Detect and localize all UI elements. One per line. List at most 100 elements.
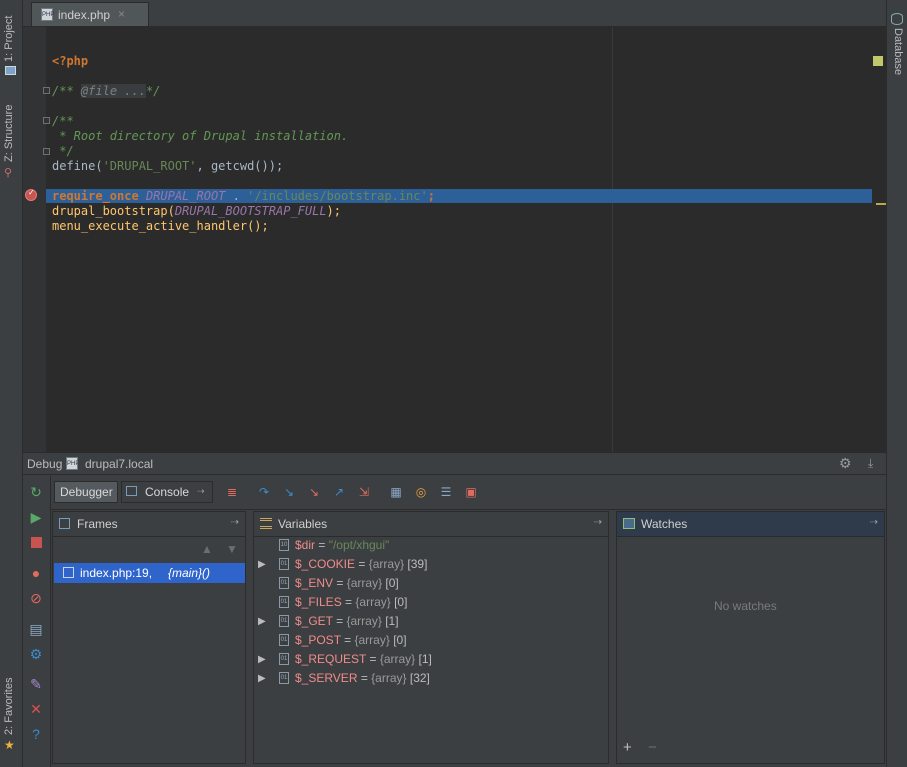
close-icon[interactable]: × — [118, 7, 125, 21]
mute-breakpoints-icon[interactable]: ⊘ — [28, 590, 44, 606]
rerun-icon[interactable]: ↻ — [28, 484, 44, 500]
watches-icon — [623, 518, 635, 529]
error-stripe-mark[interactable] — [876, 203, 886, 205]
frames-title: Frames — [77, 517, 118, 531]
favorites-tool-tab[interactable]: 2: Favorites — [3, 678, 15, 735]
array-icon: 01 — [279, 672, 289, 684]
variable-name: $dir — [295, 538, 316, 552]
tab-console[interactable]: Console ⇢ — [121, 481, 213, 503]
step-over-icon[interactable]: ↷ — [256, 485, 272, 499]
inspection-status-icon[interactable] — [873, 56, 883, 66]
watches-header: Watches ⇢ — [617, 512, 884, 537]
run-to-cursor-icon[interactable]: ⇲ — [356, 485, 372, 499]
settings-icon[interactable]: ⚙ — [28, 646, 44, 662]
variable-value: [32] — [406, 671, 430, 685]
folder-icon — [5, 66, 16, 75]
debug-side-toolbar: ↻ ▶ ● ⊘ ▤ ⚙ ✎ ✕ ? — [23, 476, 51, 767]
pin-icon[interactable]: ⇢ — [594, 517, 602, 528]
help-icon[interactable]: ? — [28, 726, 44, 742]
debug-session-label[interactable]: drupal7.local — [85, 457, 153, 471]
right-margin-guide — [612, 27, 613, 452]
tab-index-php[interactable]: PHP index.php × — [31, 2, 149, 26]
view-breakpoints-icon[interactable]: ● — [28, 565, 44, 581]
variables-title: Variables — [278, 517, 328, 531]
variable-value: [1] — [415, 652, 432, 666]
expand-arrow-icon[interactable]: ▶ — [258, 612, 266, 631]
code-editor[interactable]: <?php /** @file ...*/ /** * Root directo… — [23, 27, 886, 452]
step-into-icon[interactable]: ↘ — [281, 485, 297, 499]
frame-up-icon[interactable]: ▲ — [201, 542, 213, 556]
restore-layout-icon[interactable]: ▣ — [463, 485, 479, 499]
step-out-icon[interactable]: ↗ — [331, 485, 347, 499]
tab-label: index.php — [58, 8, 111, 22]
fold-expand-icon[interactable] — [43, 87, 50, 94]
database-icon — [891, 13, 903, 25]
variable-value: [0] — [390, 595, 408, 609]
variable-name: $_POST — [295, 633, 341, 647]
code-line-menu: menu_execute_active_handler(); — [52, 219, 269, 233]
variable-type: {array} — [355, 595, 391, 609]
variable-value: "/opt/xhgui" — [328, 538, 390, 552]
tab-debugger[interactable]: Debugger — [54, 481, 118, 503]
variable-text: $_ENV = {array} [0] — [295, 576, 399, 590]
php-session-icon: PHP — [66, 457, 79, 470]
variable-value: [39] — [404, 557, 428, 571]
expand-arrow-icon[interactable]: ▶ — [258, 669, 266, 688]
variable-name: $_REQUEST — [295, 652, 367, 666]
pin-icon[interactable]: ⇢ — [231, 517, 239, 528]
variable-type: {array} — [346, 576, 383, 590]
expand-arrow-icon[interactable]: ▶ — [258, 555, 266, 574]
close-debug-icon[interactable]: ✕ — [28, 701, 44, 717]
force-step-into-icon[interactable]: ↘ — [306, 485, 322, 499]
tab-debugger-label: Debugger — [60, 485, 113, 499]
watch-icon[interactable]: ◎ — [413, 485, 429, 499]
frames-icon — [59, 518, 70, 529]
show-execution-point-icon[interactable]: ≣ — [224, 485, 240, 499]
expand-arrow-icon[interactable]: ▶ — [258, 650, 266, 669]
code-line-bootstrap: drupal_bootstrap(DRUPAL_BOOTSTRAP_FULL); — [52, 204, 341, 218]
variable-text: $dir = "/opt/xhgui" — [295, 538, 390, 552]
fold-collapse-end-icon[interactable] — [43, 148, 50, 155]
variables-icon — [260, 518, 272, 529]
frames-list-icon[interactable]: ☰ — [438, 485, 454, 499]
add-watch-button[interactable]: + — [623, 739, 632, 756]
fold-collapse-icon[interactable] — [43, 117, 50, 124]
code-line-folded-doc: /** @file ...*/ — [52, 84, 161, 98]
variable-type: {array} — [379, 652, 416, 666]
stop-icon[interactable] — [28, 534, 44, 550]
pin-tab-icon[interactable]: ✎ — [28, 676, 44, 692]
project-tool-tab[interactable]: 1: Project — [3, 16, 15, 62]
layout-icon[interactable]: ▤ — [28, 621, 44, 637]
gear-icon[interactable]: ⚙ — [839, 455, 852, 472]
database-tool-tab[interactable]: Database — [892, 28, 904, 75]
hide-panel-icon[interactable]: ⤓ — [868, 456, 873, 471]
variables-tree[interactable]: 10 $dir = "/opt/xhgui" ▶ 01 $_COOKIE = {arra… — [254, 536, 608, 763]
structure-tool-tab[interactable]: Z: Structure — [3, 105, 15, 162]
variable-type: {array} — [354, 633, 390, 647]
debug-window-header: Debug PHP drupal7.local ⚙ ⤓ — [23, 452, 886, 475]
variable-text: $_FILES = {array} [0] — [295, 595, 408, 609]
variables-header: Variables ⇢ — [254, 512, 608, 537]
variable-name: $_SERVER — [295, 671, 358, 685]
frame-down-icon[interactable]: ▼ — [226, 542, 238, 556]
watches-panel: Watches ⇢ No watches + − — [616, 511, 885, 764]
frame-row-selected[interactable]: index.php:19, {main}() — [54, 563, 245, 583]
pin-icon[interactable]: ⇢ — [197, 486, 205, 497]
array-icon: 01 — [279, 558, 289, 570]
remove-watch-button[interactable]: − — [648, 739, 657, 756]
left-tool-strip: 1: Project Z: Structure ⚲ 2: Favorites ★ — [0, 0, 23, 767]
variable-text: $_POST = {array} [0] — [295, 633, 407, 647]
structure-icon: ⚲ — [4, 167, 13, 179]
tab-console-label: Console — [145, 485, 190, 499]
code-line-comment-body: * Root directory of Drupal installation. — [52, 129, 349, 143]
pin-icon[interactable]: ⇢ — [870, 517, 878, 528]
evaluate-expression-icon[interactable]: ▦ — [388, 485, 404, 499]
editor-tab-bar: PHP index.php × — [23, 0, 886, 27]
variable-text: $_REQUEST = {array} [1] — [295, 652, 432, 666]
variable-type: {array} — [371, 671, 407, 685]
no-watches-text: No watches — [714, 599, 777, 613]
breakpoint-icon[interactable] — [25, 188, 37, 201]
resume-icon[interactable]: ▶ — [28, 509, 44, 525]
debug-title: Debug — [27, 457, 63, 471]
right-tool-strip: Database — [886, 0, 907, 767]
